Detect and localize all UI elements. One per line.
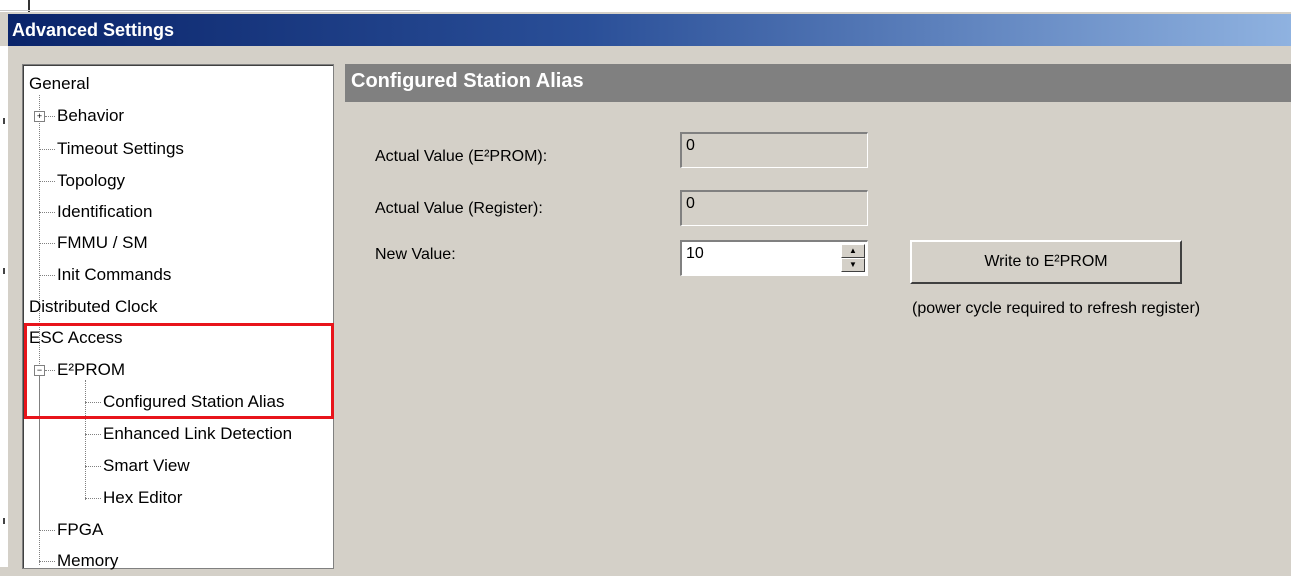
- settings-tree[interactable]: General + Behavior Timeout Settings Topo…: [22, 64, 334, 570]
- tree-item-enhanced-link-detection[interactable]: Enhanced Link Detection: [103, 419, 292, 449]
- tree-connector: [85, 466, 101, 467]
- tree-item-label: ESC Access: [29, 328, 123, 347]
- power-cycle-note: (power cycle required to refresh registe…: [912, 300, 1201, 317]
- tree-item-smart-view[interactable]: Smart View: [103, 451, 190, 481]
- tree-connector: [85, 498, 101, 499]
- tree-connector: [45, 370, 55, 371]
- top-strip: [0, 0, 1291, 12]
- tree-item-esc-access[interactable]: ESC Access: [29, 323, 123, 353]
- tree-item-distributed-clock[interactable]: Distributed Clock: [29, 292, 158, 322]
- left-edge: [0, 46, 8, 567]
- spin-down-icon[interactable]: ▼: [841, 258, 865, 272]
- panel-title: Configured Station Alias: [351, 70, 584, 92]
- new-value-text: 10: [686, 245, 704, 262]
- tree-item-label: Memory: [57, 551, 119, 570]
- spinner[interactable]: ▲ ▼: [841, 244, 865, 272]
- expand-icon[interactable]: +: [34, 111, 45, 122]
- tree-item-label: Behavior: [57, 106, 125, 125]
- tree-connector: [39, 212, 55, 213]
- divider: [0, 10, 420, 11]
- tree-connector: [85, 402, 101, 403]
- tree-connector: [45, 116, 55, 117]
- tree-item-hex-editor[interactable]: Hex Editor: [103, 483, 182, 513]
- tree-item-label: FMMU / SM: [57, 233, 148, 252]
- tree-connector: [39, 243, 55, 244]
- tree-item-label: Enhanced Link Detection: [103, 424, 293, 443]
- write-to-eeprom-button[interactable]: Write to E²PROM: [910, 240, 1182, 284]
- tree-connector: [39, 530, 55, 531]
- tree-item-label: E²PROM: [57, 360, 125, 379]
- edge-mark: [3, 118, 5, 124]
- collapse-icon[interactable]: −: [34, 365, 45, 376]
- tree-connector: [39, 149, 55, 150]
- tree-item-identification[interactable]: Identification: [57, 197, 152, 227]
- spin-up-icon[interactable]: ▲: [841, 244, 865, 258]
- new-value-label: New Value:: [375, 246, 456, 263]
- tree-item-memory[interactable]: Memory: [57, 546, 118, 576]
- tree-connector: [85, 380, 86, 500]
- new-value-input[interactable]: 10 ▲ ▼: [680, 240, 868, 276]
- tree-connector: [39, 365, 40, 565]
- panel-header: Configured Station Alias: [345, 64, 1291, 102]
- tree-item-timeout-settings[interactable]: Timeout Settings: [57, 134, 184, 164]
- tree-connector: [39, 275, 55, 276]
- tree-item-fmmu-sm[interactable]: FMMU / SM: [57, 228, 148, 258]
- tree-item-general[interactable]: General: [29, 69, 89, 99]
- tree-item-configured-station-alias[interactable]: Configured Station Alias: [103, 387, 284, 417]
- actual-eeprom-label: Actual Value (E²PROM):: [375, 148, 548, 165]
- tree-item-fpga[interactable]: FPGA: [57, 515, 103, 545]
- tree-connector: [85, 434, 101, 435]
- actual-eeprom-field: 0: [680, 132, 868, 168]
- tree-item-label: Configured Station Alias: [103, 392, 285, 411]
- edge-mark: [3, 518, 5, 524]
- window-titlebar: Advanced Settings: [8, 14, 1291, 46]
- tree-item-label: Distributed Clock: [29, 297, 158, 316]
- tree-item-topology[interactable]: Topology: [57, 166, 125, 196]
- edge-mark: [3, 268, 5, 274]
- tree-item-label: General: [29, 74, 90, 93]
- actual-register-field: 0: [680, 190, 868, 226]
- tree-item-label: Smart View: [103, 456, 190, 475]
- tree-item-eeprom[interactable]: E²PROM: [57, 355, 125, 385]
- tree-item-label: Topology: [57, 171, 126, 190]
- tree-item-label: FPGA: [57, 520, 104, 539]
- tree-item-label: Hex Editor: [103, 488, 183, 507]
- tree-item-init-commands[interactable]: Init Commands: [57, 260, 171, 290]
- tree-item-label: Init Commands: [57, 265, 172, 284]
- tree-connector: [39, 561, 55, 562]
- tree-item-label: Identification: [57, 202, 153, 221]
- tree-item-label: Timeout Settings: [57, 139, 184, 158]
- actual-register-label: Actual Value (Register):: [375, 200, 543, 217]
- tree-item-behavior[interactable]: Behavior: [57, 101, 124, 131]
- window-title: Advanced Settings: [12, 20, 175, 40]
- tree-connector: [39, 181, 55, 182]
